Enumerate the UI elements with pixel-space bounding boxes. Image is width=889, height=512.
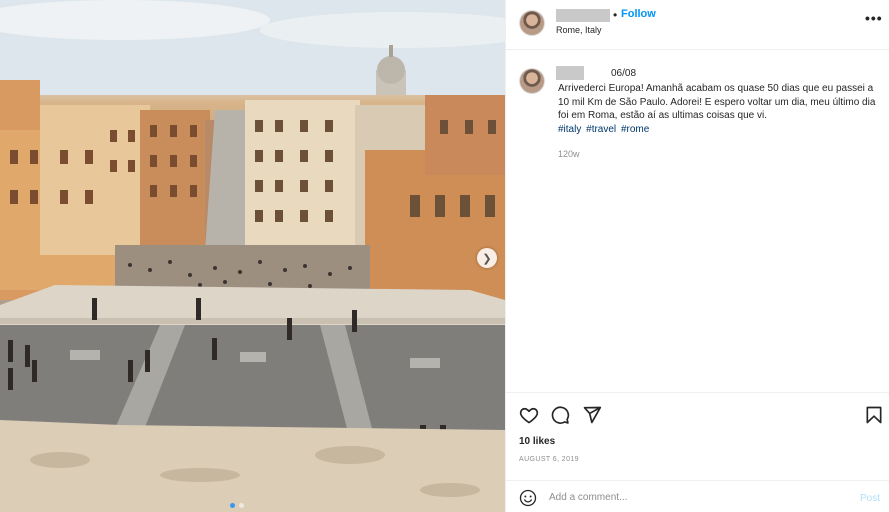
carousel-dot-active: [230, 503, 235, 508]
caption-date: 06/08: [611, 68, 637, 79]
caption-author-username-redacted[interactable]: [556, 66, 584, 80]
carousel-next-button[interactable]: ❯: [477, 248, 497, 268]
caption-text-block: Arrivederci Europa! Amanhã acabam os qua…: [558, 82, 878, 136]
more-dots-icon[interactable]: •••: [865, 10, 883, 26]
hashtag-list: #italy #travel #rome: [558, 124, 651, 135]
post-header: • Follow Rome, Italy •••: [506, 0, 889, 50]
caption-time-ago[interactable]: 120w: [558, 149, 580, 159]
post-date: AUGUST 6, 2019: [519, 456, 579, 463]
photo-illustration: [0, 0, 505, 512]
action-bar: [506, 392, 889, 432]
location-link[interactable]: Rome, Italy: [556, 25, 602, 35]
author-avatar[interactable]: [519, 10, 545, 36]
heart-icon[interactable]: [519, 405, 539, 425]
post-photo[interactable]: ❯: [0, 0, 505, 512]
post-details-panel: • Follow Rome, Italy ••• 06/08 Arriveder…: [505, 0, 889, 512]
likes-count[interactable]: 10 likes: [519, 436, 555, 447]
separator-dot: •: [613, 8, 618, 22]
hashtag-link[interactable]: #travel: [586, 124, 616, 135]
comment-icon[interactable]: [550, 405, 570, 425]
author-username-redacted[interactable]: [556, 9, 610, 22]
share-icon[interactable]: [582, 405, 602, 425]
bookmark-icon[interactable]: [864, 405, 884, 425]
carousel-indicator: [230, 503, 244, 508]
emoji-icon[interactable]: [519, 489, 537, 507]
caption-text: Arrivederci Europa! Amanhã acabam os qua…: [558, 83, 876, 121]
hashtag-link[interactable]: #rome: [621, 124, 649, 135]
add-comment-bar: Post: [506, 480, 889, 512]
caption-author-avatar[interactable]: [519, 68, 545, 94]
hashtag-link[interactable]: #italy: [558, 124, 581, 135]
follow-button[interactable]: Follow: [621, 8, 656, 20]
comment-input[interactable]: [549, 487, 839, 507]
post-comment-button[interactable]: Post: [860, 493, 880, 504]
carousel-dot: [239, 503, 244, 508]
